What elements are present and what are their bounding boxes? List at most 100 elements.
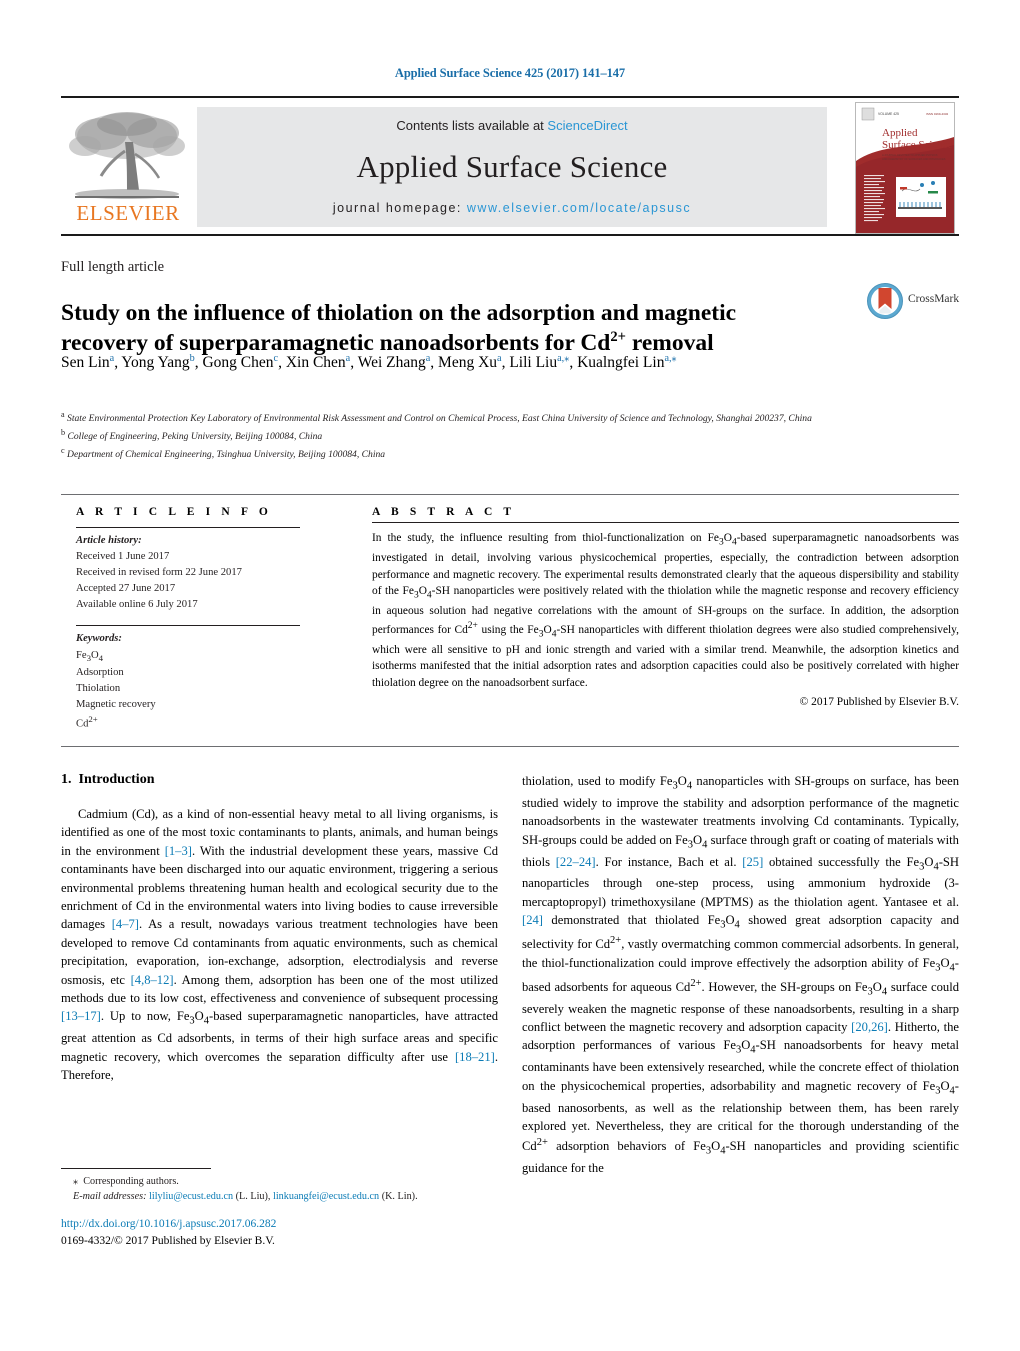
article-info-heading: A R T I C L E I N F O: [76, 506, 272, 518]
corresponding-authors-note: ⁎ Corresponding authors.: [61, 1174, 511, 1189]
citation-reference[interactable]: [18–21]: [455, 1050, 495, 1064]
affiliation-item: a State Environmental Protection Key Lab…: [61, 410, 812, 425]
body-column-right: thiolation, used to modify Fe3O4 nanopar…: [522, 772, 959, 1178]
contents-available-line: Contents lists available at ScienceDirec…: [396, 118, 627, 133]
author-name: Yong Yang: [121, 354, 190, 372]
abstract-top-rule: [372, 522, 959, 523]
author-affiliation-marker: a: [425, 353, 431, 364]
journal-masthead: ELSEVIER Contents lists available at Sci…: [61, 96, 959, 236]
journal-band: Contents lists available at ScienceDirec…: [197, 107, 827, 227]
info-block-bottom-rule: [61, 746, 959, 747]
footnote-rule: [61, 1168, 211, 1169]
running-head: Applied Surface Science 425 (2017) 141–1…: [394, 66, 626, 80]
author-name: Lili Liu: [509, 354, 558, 372]
author-affiliation-marker: a: [497, 353, 502, 364]
history-item-1: Received in revised form 22 June 2017: [76, 567, 242, 579]
sciencedirect-link[interactable]: ScienceDirect: [547, 118, 627, 133]
doi-link[interactable]: http://dx.doi.org/10.1016/j.apsusc.2017.…: [61, 1218, 276, 1230]
keywords-rule: [76, 625, 300, 627]
section-number: 1.: [61, 772, 72, 787]
citation-reference[interactable]: [22–24]: [556, 855, 596, 869]
crossmark-label: CrossMark: [908, 293, 960, 305]
doi-block: http://dx.doi.org/10.1016/j.apsusc.2017.…: [61, 1216, 276, 1249]
citation-reference[interactable]: [4–7]: [112, 917, 139, 931]
keywords-group: Keywords: Fe3O4 Adsorption Thiolation Ma…: [76, 631, 324, 733]
email-addresses-line: E-mail addresses: lilyliu@ecust.edu.cn (…: [61, 1189, 511, 1204]
citation-reference[interactable]: [4,8–12]: [131, 973, 174, 987]
corresponding-authors-text: Corresponding authors.: [83, 1176, 179, 1187]
info-block-top-rule: [61, 494, 959, 495]
abstract-body: In the study, the influence resulting fr…: [372, 530, 959, 710]
title-line-1: Study on the influence of thiolation on …: [61, 299, 737, 326]
journal-homepage-line: journal homepage: www.elsevier.com/locat…: [333, 201, 691, 215]
author-name: Sen Lin: [61, 354, 110, 372]
keyword-3: Magnetic recovery: [76, 699, 156, 711]
journal-cover-thumbnail: VOLUME 425 ISSN 0169-4332 Applied Surfac…: [855, 102, 955, 234]
section-heading-introduction: 1. Introduction: [61, 772, 498, 788]
email-link-liu[interactable]: lilyliu@ecust.edu.cn: [149, 1191, 233, 1202]
journal-article-page: Applied Surface Science 425 (2017) 141–1…: [0, 0, 1020, 1351]
email-link-lin[interactable]: linkuangfei@ecust.edu.cn: [273, 1191, 379, 1202]
citation-reference[interactable]: [13–17]: [61, 1009, 101, 1023]
author-affiliation-marker: b: [189, 353, 195, 364]
author-name: Xin Chen: [285, 354, 346, 372]
affiliation-item: c Department of Chemical Engineering, Ts…: [61, 445, 386, 460]
svg-text:VOLUME 425: VOLUME 425: [878, 112, 899, 116]
affiliation-marker: b: [61, 427, 66, 437]
homepage-prefix: journal homepage:: [332, 201, 467, 215]
footnote-star: ⁎: [73, 1176, 79, 1187]
body-column-left: 1. Introduction Cadmium (Cd), as a kind …: [61, 772, 498, 1085]
citation-reference[interactable]: [20,26]: [851, 1020, 888, 1034]
svg-text:ISSN 0169-4332: ISSN 0169-4332: [926, 112, 949, 116]
citation-reference[interactable]: [1–3]: [165, 844, 192, 858]
intro-paragraph-left: Cadmium (Cd), as a kind of non-essential…: [61, 807, 499, 1083]
journal-homepage-link[interactable]: www.elsevier.com/locate/apsusc: [467, 201, 691, 215]
journal-title: Applied Surface Science: [356, 149, 668, 184]
keywords-label: Keywords:: [76, 633, 122, 645]
email-owner-liu: (L. Liu),: [235, 1191, 271, 1203]
article-history-label: Article history:: [76, 535, 142, 546]
elsevier-wordmark: ELSEVIER: [76, 201, 180, 225]
author-name: Gong Chen: [202, 354, 274, 372]
article-type-label: Full length article: [61, 259, 165, 275]
svg-text:A JOURNAL DEVOTED TO APPLIED P: A JOURNAL DEVOTED TO APPLIED PHYSICS: [882, 153, 938, 157]
author-name: Meng Xu: [438, 354, 498, 372]
crossmark-badge[interactable]: CrossMark: [866, 279, 960, 327]
author-affiliation-marker: a: [109, 353, 115, 364]
article-history-group: Article history: Received 1 June 2017 Re…: [76, 533, 324, 613]
journal-cover-art: VOLUME 425 ISSN 0169-4332 Applied Surfac…: [856, 103, 954, 233]
author-name: Kualngfei Lin: [577, 354, 665, 372]
abstract-heading: A B S T R A C T: [372, 506, 516, 518]
keyword-2: Thiolation: [76, 683, 121, 695]
affiliation-list: a State Environmental Protection Key Lab…: [61, 409, 891, 462]
title-superscript: 2+: [610, 328, 626, 345]
page-title: Study on the influence of thiolation on …: [61, 299, 851, 358]
abstract-text: In the study, the influence resulting fr…: [372, 532, 959, 690]
svg-text:AND CHEMISTRY OF SURFACES AND: AND CHEMISTRY OF SURFACES AND INTERFACES: [882, 157, 946, 161]
svg-text:Applied: Applied: [882, 127, 918, 139]
affiliation-marker: c: [61, 445, 65, 455]
crossmark-icon[interactable]: [866, 279, 906, 323]
keyword-1: Adsorption: [76, 667, 124, 679]
elsevier-logo: ELSEVIER: [65, 106, 191, 228]
citation-reference[interactable]: [24]: [522, 913, 543, 927]
author-affiliation-marker: a,⁎: [557, 353, 570, 364]
issn-copyright-line: 0169-4332/© 2017 Published by Elsevier B…: [61, 1234, 275, 1247]
keyword-4: Cd2+: [76, 714, 98, 730]
history-item-0: Received 1 June 2017: [76, 551, 170, 563]
affiliation-item: b College of Engineering, Peking Univers…: [61, 427, 323, 442]
author-affiliation-marker: a: [345, 353, 351, 364]
author-affiliation-marker: a,⁎: [664, 353, 677, 364]
footnote-block: ⁎ Corresponding authors. E-mail addresse…: [61, 1174, 511, 1205]
affiliation-marker: a: [61, 410, 65, 419]
author-name: Wei Zhang: [357, 354, 426, 372]
keyword-0: Fe3O4: [76, 649, 104, 663]
contents-prefix: Contents lists available at: [396, 118, 548, 133]
citation-reference[interactable]: [25]: [742, 855, 763, 869]
author-list: Sen Lina, Yong Yangb, Gong Chenc, Xin Ch…: [61, 353, 677, 372]
abstract-copyright: © 2017 Published by Elsevier B.V.: [799, 695, 959, 708]
article-history-rule: [76, 527, 300, 528]
section-title: Introduction: [78, 772, 155, 787]
intro-paragraph-right: thiolation, used to modify Fe3O4 nanopar…: [522, 774, 960, 1176]
svg-text:Surface Science: Surface Science: [882, 139, 953, 151]
